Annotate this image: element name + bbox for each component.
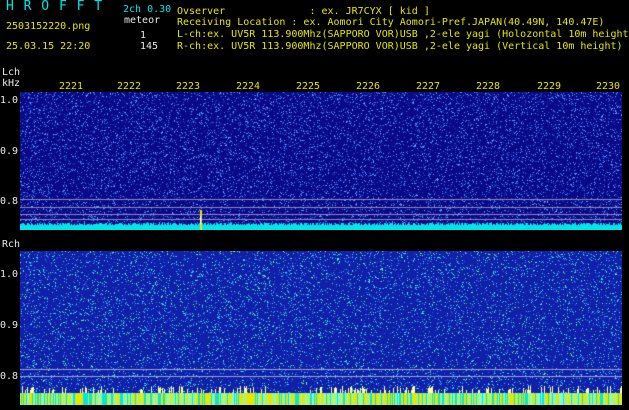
timestamp: 25.03.15 22:20 [6, 41, 91, 52]
rch-ytick: 0.9 [0, 320, 19, 331]
time-tick: 2225 [296, 81, 321, 92]
meteor-count: 1 [140, 30, 147, 41]
time-tick: 2230 [596, 81, 621, 92]
rch-ytick: 0.8 [0, 371, 19, 382]
rch-spectrogram [20, 251, 622, 405]
app-brand: H R O F F T [6, 0, 104, 14]
lch-ytick: 0.9 [0, 146, 19, 157]
time-tick: 2223 [176, 81, 201, 92]
meteor-label: meteor [124, 15, 161, 26]
rch-config-line: R-ch:ex. UV5R 113.900Mhz(SAPPORO VOR)USB… [177, 41, 623, 52]
time-tick: 2222 [117, 81, 142, 92]
lch-ytick: 1.0 [0, 95, 19, 106]
time-tick: 2221 [59, 81, 84, 92]
time-tick: 2227 [416, 81, 441, 92]
hit-count: 145 [140, 41, 159, 52]
lch-config-line: L-ch:ex. UV5R 113.900Mhz(SAPPORO VOR)USB… [177, 29, 629, 40]
rch-ytick: 1.0 [0, 269, 19, 280]
lch-label: Lch [2, 67, 21, 78]
time-tick: 2228 [476, 81, 501, 92]
time-tick: 2224 [236, 81, 261, 92]
time-tick: 2226 [356, 81, 381, 92]
khz-unit-label: kHz [2, 78, 21, 89]
version-label: 2ch 0.30 [123, 4, 172, 15]
rch-label: Rch [2, 239, 21, 250]
observer-line: Ovserver : ex. JR7CYX [ kid ] [177, 6, 430, 17]
location-line: Receiving Location : ex. Aomori City Aom… [177, 17, 605, 28]
lch-spectrogram [20, 92, 622, 230]
lch-ytick: 0.8 [0, 196, 19, 207]
file-name: 2503152220.png [6, 21, 91, 32]
time-tick: 2229 [537, 81, 562, 92]
